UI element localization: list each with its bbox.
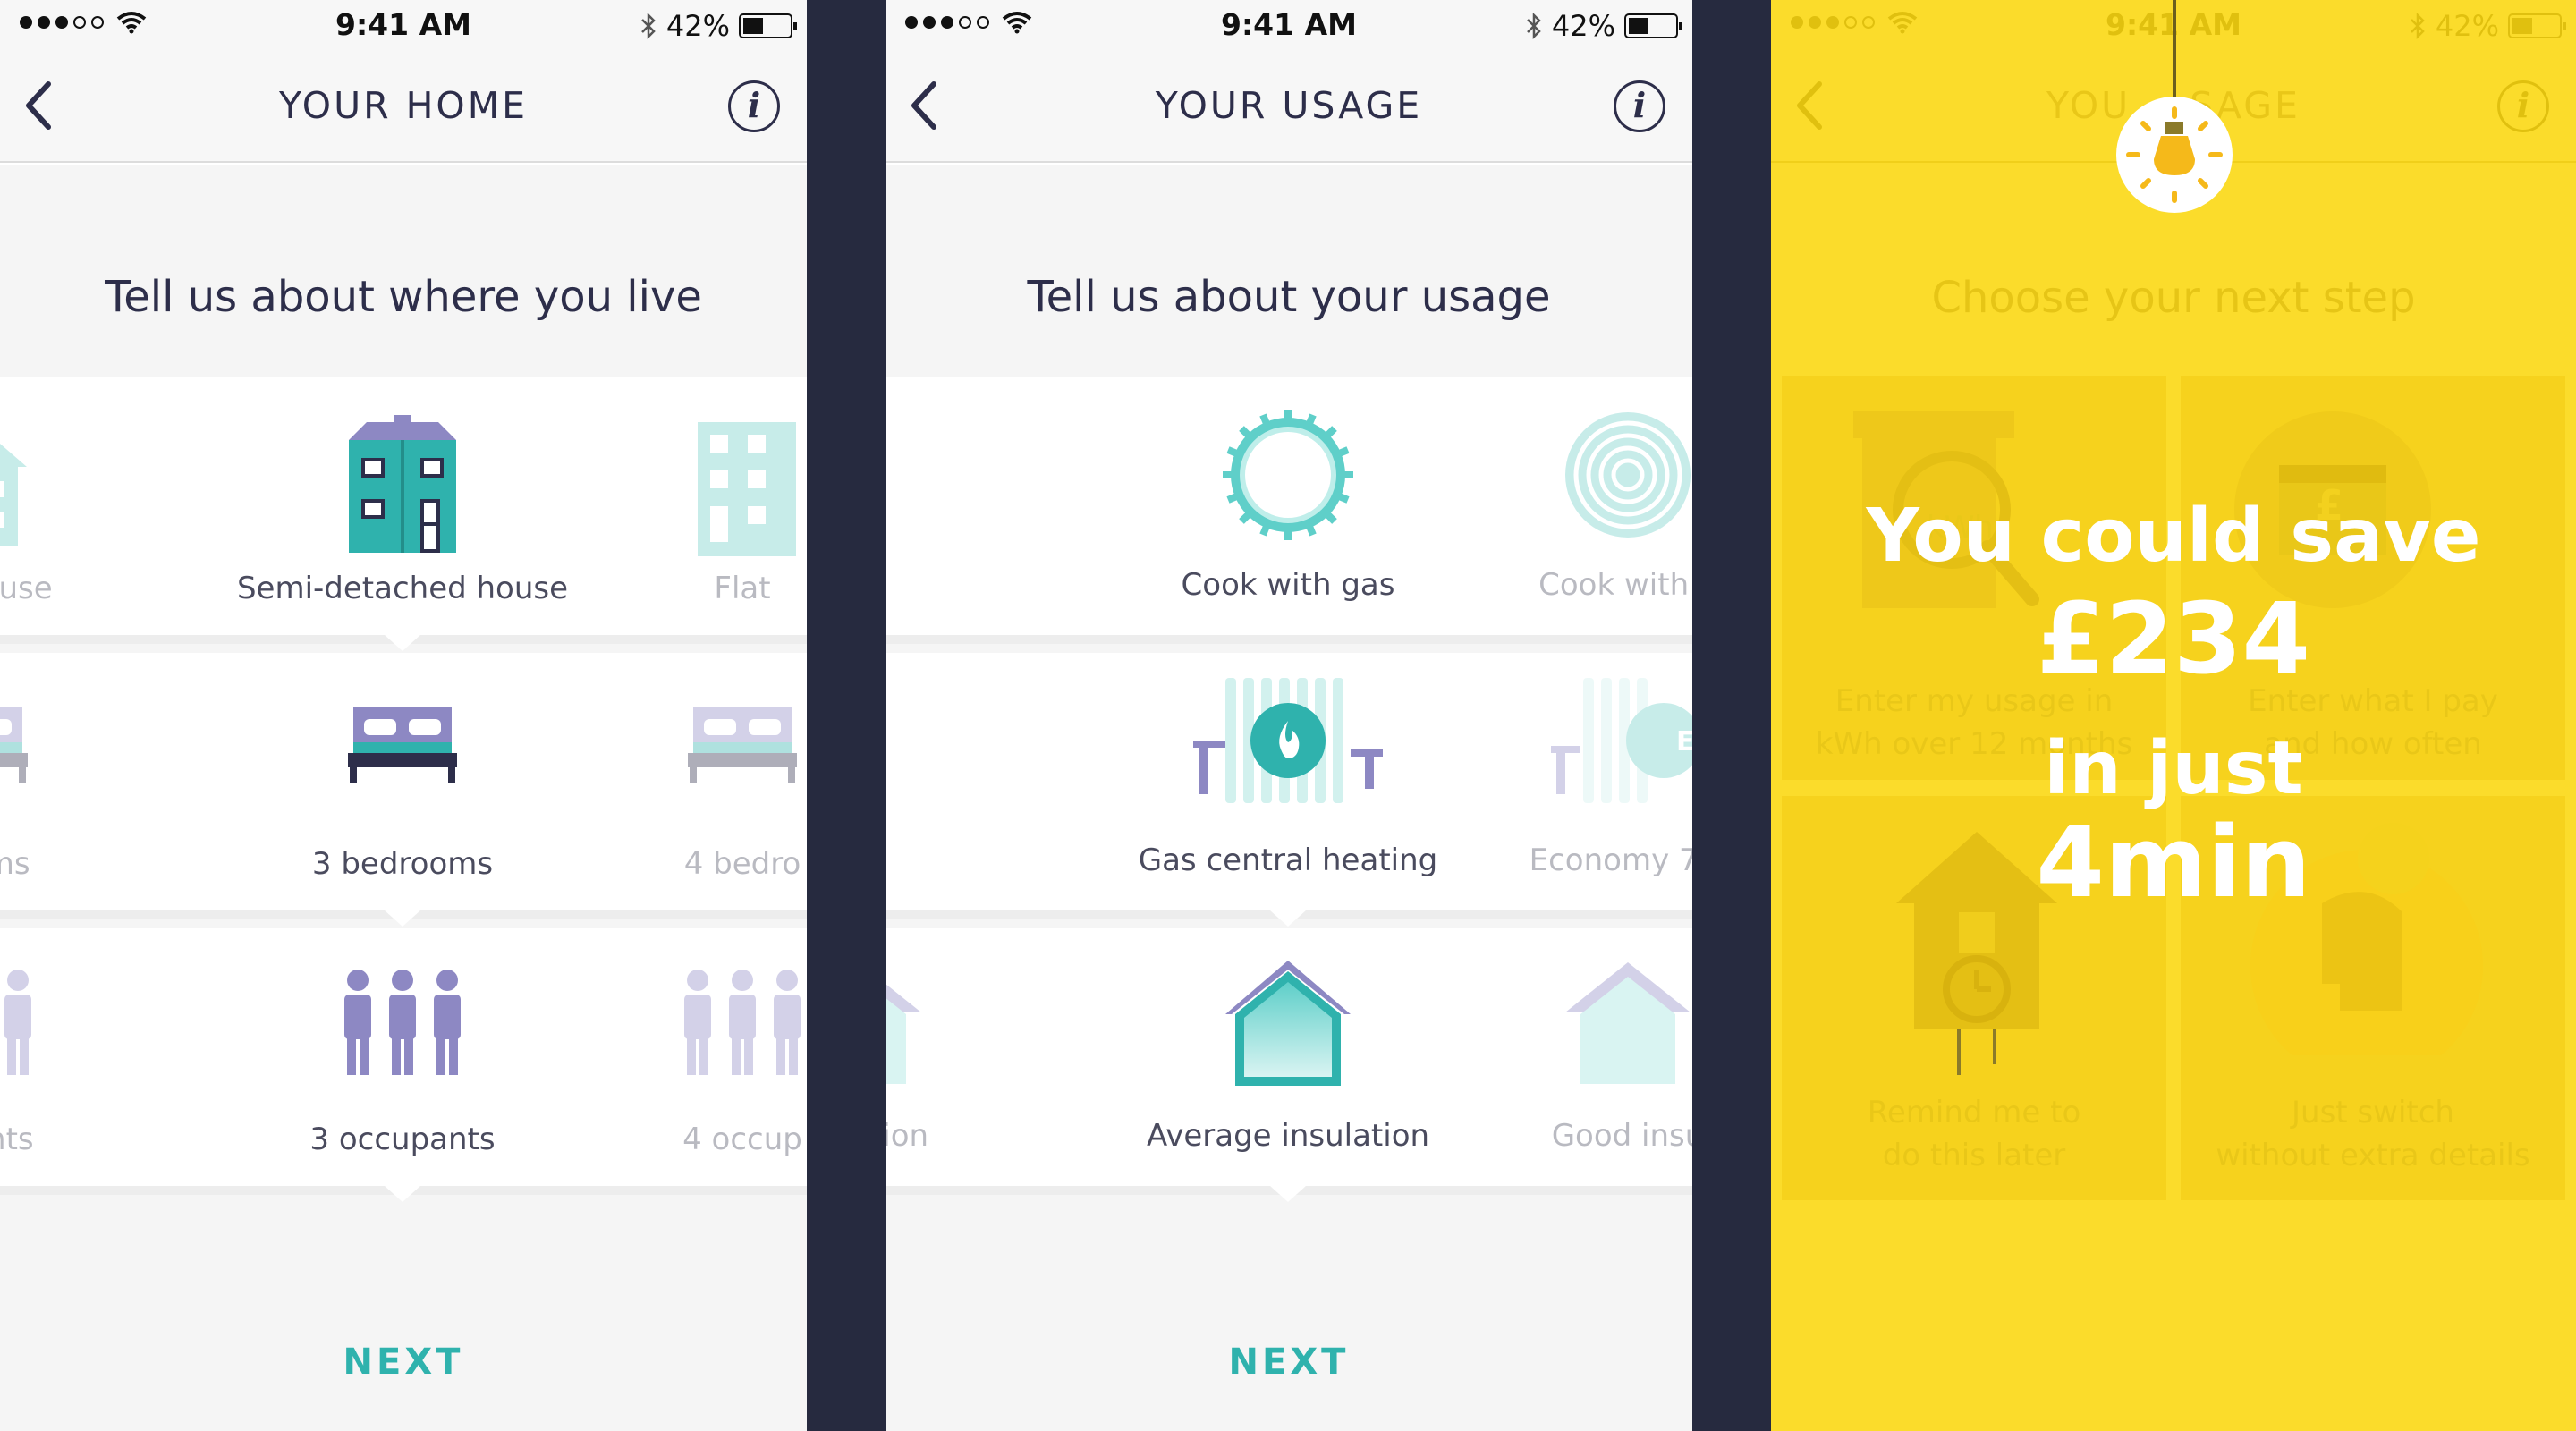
flat-icon <box>698 422 796 556</box>
info-icon[interactable]: i <box>2497 80 2549 132</box>
page-title: YOUR HOME <box>279 84 528 127</box>
insulation-carousel[interactable]: nsulation Average insulation Good insu <box>886 928 1692 1202</box>
bed-icon <box>688 707 797 783</box>
nav-bar: YOUR USAGE i <box>886 52 1692 163</box>
bed-icon <box>0 707 28 783</box>
detached-house-icon <box>0 444 27 546</box>
insulation-label: Good insu <box>1551 1118 1692 1154</box>
economy7-radiator-icon <box>1551 678 1692 803</box>
next-button[interactable]: NEXT <box>886 1342 1692 1383</box>
bedroom-option[interactable]: drooms <box>0 653 161 912</box>
bed-icon <box>348 707 457 783</box>
eco7-badge: Eco7 <box>1676 726 1692 758</box>
heating-carousel[interactable]: Gas central heating Eco7 Economy 7 e <box>886 653 1692 927</box>
bedroom-label: drooms <box>0 846 30 882</box>
occupant-label: cupants <box>0 1122 34 1157</box>
heating-label: Gas central heating <box>1138 843 1438 878</box>
bluetooth-icon <box>1526 12 1541 40</box>
property-type-carousel[interactable]: hed house Semi-detached house Flat <box>0 377 807 651</box>
cooking-label: Cook with e <box>1538 567 1692 603</box>
bulb-cord <box>2173 0 2176 107</box>
option-label: Just switch <box>2292 1095 2454 1130</box>
lightbulb-icon <box>2126 106 2223 203</box>
property-label: Semi-detached house <box>236 571 569 606</box>
lightbulb-badge <box>2116 97 2233 213</box>
option-label: without extra details <box>2216 1138 2530 1173</box>
battery-percent: 42% <box>1551 9 1615 43</box>
cooking-carousel[interactable]: Cook with gas Cook with e <box>886 377 1692 644</box>
people-icon <box>684 970 801 1075</box>
insulation-option[interactable]: nsulation <box>886 928 1046 1188</box>
status-bar: 9:41 AM 42% <box>886 0 1692 52</box>
savings-connector: in just <box>2044 726 2303 811</box>
content-area: Tell us about your usage Cook with gas C… <box>886 165 1692 1431</box>
bluetooth-icon <box>640 12 656 40</box>
bedrooms-carousel[interactable]: drooms 3 bedrooms 4 bedro <box>0 653 807 927</box>
option-label: Remind me to <box>1867 1095 2081 1130</box>
bedroom-label: 3 bedrooms <box>311 846 494 882</box>
occupant-option-selected[interactable]: 3 occupants <box>215 928 590 1188</box>
savings-amount: £234 <box>2036 581 2311 696</box>
info-icon[interactable]: i <box>728 80 780 132</box>
status-bar: 9:41 AM 42% <box>0 0 807 52</box>
occupant-label: 4 occup <box>682 1122 802 1157</box>
option-label: do this later <box>1882 1138 2066 1173</box>
property-option[interactable]: Flat <box>555 377 807 637</box>
occupants-carousel[interactable]: cupants 3 occupants 4 occup <box>0 928 807 1202</box>
heating-option-selected[interactable]: Gas central heating <box>1100 653 1476 912</box>
section-heading: Tell us about where you live <box>105 272 702 322</box>
insulation-option-selected[interactable]: Average insulation <box>1100 928 1476 1188</box>
people-icon <box>344 970 461 1075</box>
gas-flame-ring-icon <box>1223 410 1353 540</box>
occupant-option[interactable]: 4 occup <box>555 928 807 1188</box>
radiator-flame-icon <box>1193 678 1383 803</box>
savings-duration: 4min <box>2036 805 2311 919</box>
battery-icon <box>2508 13 2566 38</box>
property-option-selected[interactable]: Semi-detached house <box>215 377 590 637</box>
bedroom-option-selected[interactable]: 3 bedrooms <box>215 653 590 912</box>
home-screen: 9:41 AM 42% YOUR HOME i Tell us about wh… <box>0 0 807 1431</box>
cooking-label: Cook with gas <box>1181 567 1395 603</box>
battery-icon <box>1624 13 1682 38</box>
insulated-house-icon <box>1565 962 1690 1084</box>
occupant-option[interactable]: cupants <box>0 928 161 1188</box>
section-heading: Tell us about your usage <box>1027 272 1551 322</box>
cooking-option-selected[interactable]: Cook with gas <box>1100 377 1476 637</box>
heating-option[interactable]: Eco7 Economy 7 e <box>1440 653 1692 912</box>
insulation-label: nsulation <box>886 1118 929 1154</box>
property-label: Flat <box>714 571 771 606</box>
savings-intro: You could save <box>1866 494 2481 579</box>
property-label: hed house <box>0 571 53 606</box>
cooking-option[interactable]: Cook with e <box>1440 377 1692 637</box>
section-heading: Choose your next step <box>1931 273 2416 323</box>
insulation-label: Average insulation <box>1146 1118 1430 1154</box>
bluetooth-icon <box>2410 12 2425 40</box>
content-area: Tell us about where you live hed house S… <box>0 165 807 1431</box>
people-icon <box>4 970 31 1075</box>
occupant-label: 3 occupants <box>309 1122 496 1157</box>
info-icon[interactable]: i <box>1614 80 1665 132</box>
battery-icon <box>739 13 797 38</box>
next-button[interactable]: NEXT <box>0 1342 807 1383</box>
insulation-option[interactable]: Good insu <box>1440 928 1692 1188</box>
insulated-house-icon <box>1225 961 1351 1086</box>
heating-label: Economy 7 e <box>1529 843 1692 878</box>
bedroom-label: 4 bedro <box>683 846 801 882</box>
electric-hob-icon <box>1565 412 1690 538</box>
battery-percent: 42% <box>665 9 730 43</box>
insulated-house-icon <box>886 984 921 1084</box>
semi-detached-house-icon <box>349 415 456 553</box>
property-option[interactable]: hed house <box>0 377 161 637</box>
next-step-screen: 9:41 AM 42% YOU SAGE i Choose your next s… <box>1771 0 2576 1431</box>
page-title: YOUR USAGE <box>1155 84 1423 127</box>
bedroom-option[interactable]: 4 bedro <box>555 653 807 912</box>
nav-bar: YOUR HOME i <box>0 52 807 163</box>
usage-screen: 9:41 AM 42% YOUR USAGE i Tell us about y… <box>886 0 1692 1431</box>
battery-percent: 42% <box>2435 9 2499 43</box>
